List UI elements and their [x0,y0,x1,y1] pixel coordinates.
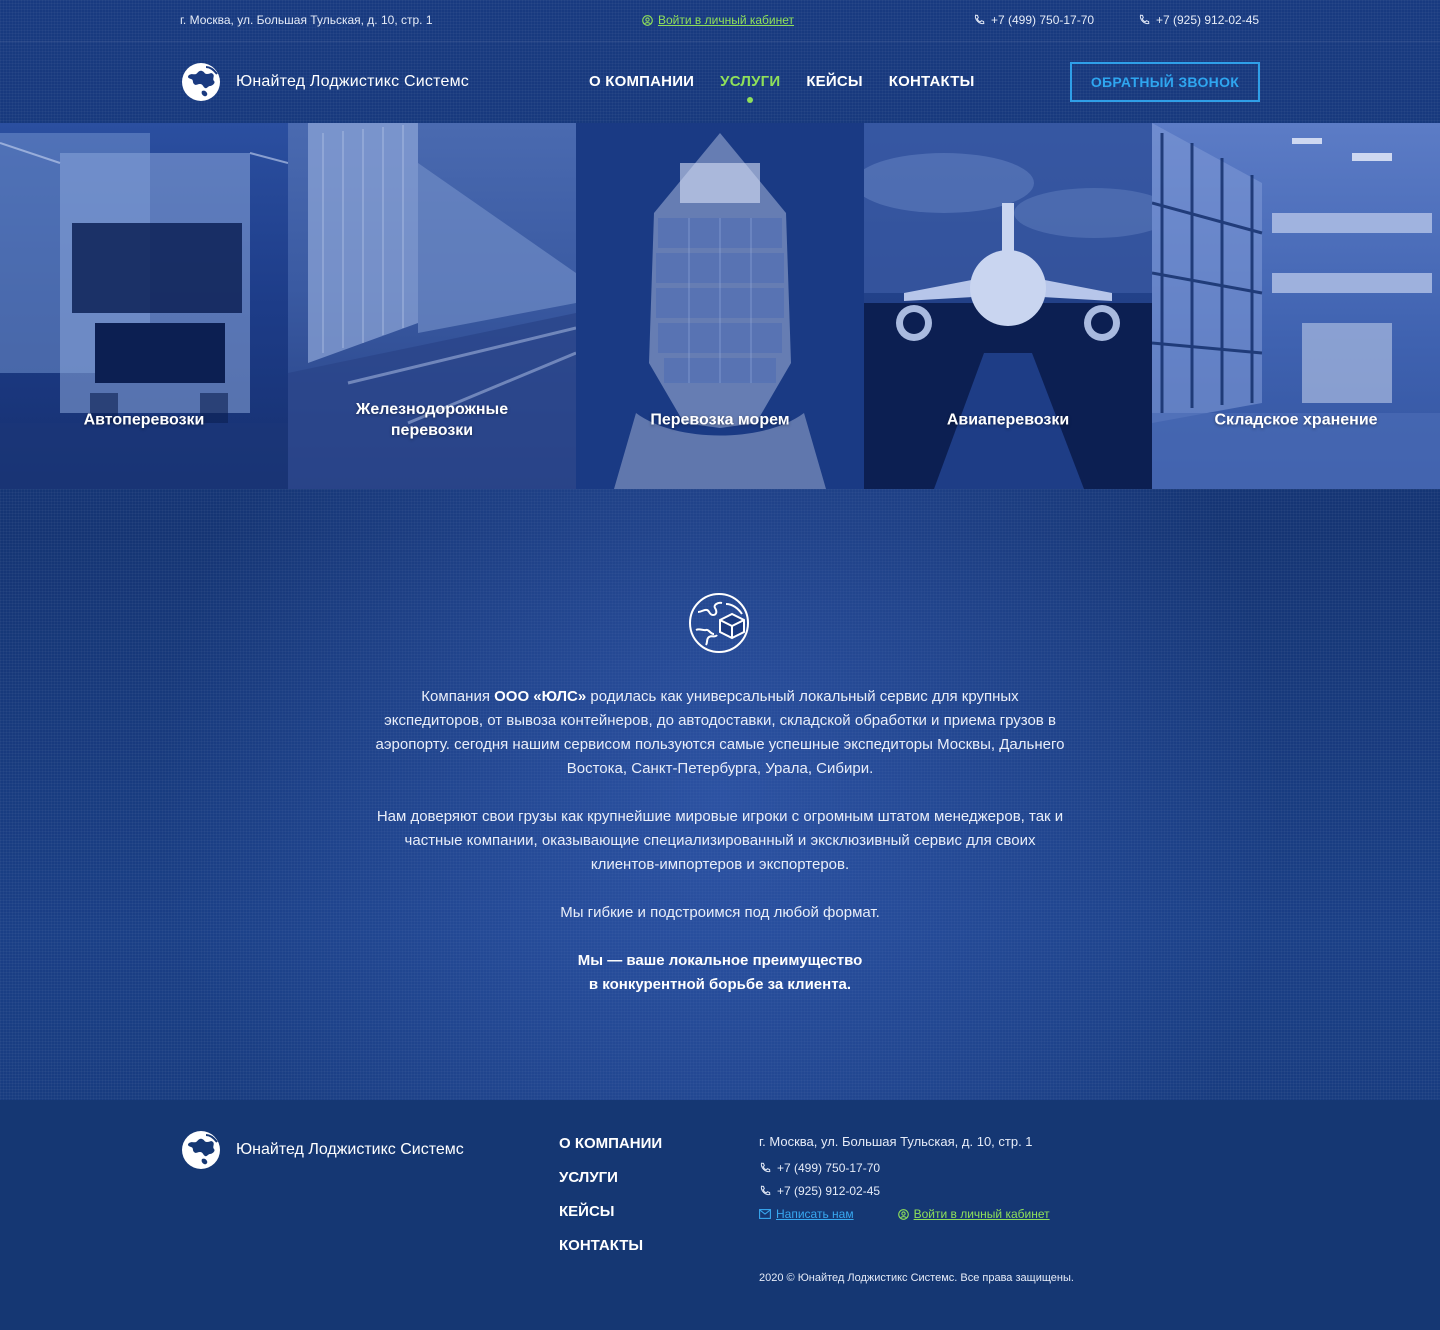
topbar-phone-2[interactable]: +7 (925) 912-02-45 [1138,13,1259,27]
footer-cabinet-label: Войти в личный кабинет [913,1207,1050,1221]
nav-item-label: Кейсы [806,73,863,90]
footer-phone-1[interactable]: +7 (499) 750-17-70 [759,1161,1050,1175]
services-strip: Автоперевозки Железнодорожные перевозки [0,123,1440,489]
slogan-line-2: в конкурентной борьбе за клиента. [588,976,852,993]
service-label: Складское хранение [1214,411,1378,429]
top-bar: г. Москва, ул. Большая Тульская, д. 10, … [0,0,1440,42]
slogan-line-1: Мы — ваше локальное преимущество [577,952,863,969]
topbar-cabinet-label: Войти в личный кабинет [658,13,795,27]
user-circle-icon [642,14,653,26]
footer: Юнайтед Лоджистикс Системс О компании Ус… [0,1100,1440,1330]
nav-item-label: Услуги [720,73,781,90]
company-name: ООО «ЮЛС» [494,688,587,705]
ship-image [576,123,864,489]
footer-nav: О компании Услуги Кейсы Контакты [559,1134,662,1255]
active-indicator-dot [747,97,754,103]
service-card-trucking[interactable]: Автоперевозки [0,123,288,489]
callback-button[interactable]: Обратный звонок [1070,62,1260,102]
about-section: Компания ООО «ЮЛС» родилась как универса… [0,489,1440,1100]
warehouse-image [1152,123,1440,489]
service-label: Перевозка морем [650,411,790,429]
phone-icon [760,1185,771,1196]
nav-item-contacts[interactable]: Контакты [889,73,975,90]
about-paragraph-4: Мы — ваше локальное преимущество в конкур… [370,949,1070,997]
topbar-cabinet-link[interactable]: Войти в личный кабинет [642,13,794,27]
service-label: Авиаперевозки [946,411,1070,429]
footer-logo[interactable]: Юнайтед Лоджистикс Системс [180,1129,464,1171]
topbar-phone-1[interactable]: +7 (499) 750-17-70 [973,13,1094,27]
about-paragraph-3: Мы гибкие и подстроимся под любой формат… [560,904,880,921]
logo[interactable]: Юнайтед Лоджистикс Системс [180,61,469,103]
phone-icon [760,1162,771,1173]
service-label: Автоперевозки [83,411,205,429]
nav-item-cases[interactable]: Кейсы [806,73,862,90]
footer-nav-contacts[interactable]: Контакты [559,1236,662,1255]
footer-contacts: г. Москва, ул. Большая Тульская, д. 10, … [759,1134,1050,1221]
service-label: Железнодорожные перевозки [355,401,509,439]
footer-address: г. Москва, ул. Большая Тульская, д. 10, … [759,1134,1033,1149]
nav-item-label: Контакты [888,73,975,90]
service-card-air[interactable]: Авиаперевозки [864,123,1152,489]
globe-box-icon [689,593,749,653]
service-card-sea[interactable]: Перевозка морем [576,123,864,489]
nav-item-services[interactable]: Услуги [720,73,781,103]
about-text: Компания ООО «ЮЛС» родилась как универса… [370,685,1070,1021]
envelope-icon [759,1209,771,1219]
footer-cabinet-link[interactable]: Войти в личный кабинет [897,1207,1050,1221]
footer-nav-services[interactable]: Услуги [559,1168,662,1187]
truck-image [0,133,288,489]
about-paragraph-1: Компания ООО «ЮЛС» родилась как универса… [370,685,1070,781]
service-card-warehouse[interactable]: Складское хранение [1152,123,1440,489]
about-text-span: Компания [421,688,495,705]
footer-logo-text: Юнайтед Лоджистикс Системс [236,1141,464,1158]
footer-nav-cases[interactable]: Кейсы [559,1202,662,1221]
nav-item-label: О компании [589,73,695,90]
footer-nav-about[interactable]: О компании [559,1134,662,1153]
write-us-link[interactable]: Написать нам [759,1207,854,1221]
footer-links: Написать нам Войти в личный кабинет [759,1207,1050,1221]
user-circle-icon [897,1208,909,1220]
topbar-phone-1-label: +7 (499) 750-17-70 [991,13,1095,27]
main-nav: О компании Услуги Кейсы Контакты [589,73,975,103]
topbar-phone-2-label: +7 (925) 912-02-45 [1156,13,1260,27]
copyright: 2020 © Юнайтед Лоджистикс Системс. Все п… [759,1272,1074,1284]
airplane-image [864,123,1152,489]
globe-logo-icon [182,63,220,101]
phone-icon [1139,14,1150,25]
about-paragraph-2: Нам доверяют свои грузы как крупнейшие м… [376,808,1064,873]
footer-phone-1-label: +7 (499) 750-17-70 [777,1161,881,1175]
logo-text: Юнайтед Лоджистикс Системс [236,73,469,90]
globe-logo-icon [182,1131,220,1169]
phone-icon [974,14,985,25]
header: Юнайтед Лоджистикс Системс О компании Ус… [0,42,1440,123]
topbar-address: г. Москва, ул. Большая Тульская, д. 10, … [180,13,433,27]
write-us-label: Написать нам [776,1207,854,1221]
footer-phone-2[interactable]: +7 (925) 912-02-45 [759,1184,1050,1198]
footer-phone-2-label: +7 (925) 912-02-45 [777,1184,881,1198]
nav-item-about[interactable]: О компании [589,73,694,90]
service-card-railway[interactable]: Железнодорожные перевозки [288,123,576,489]
